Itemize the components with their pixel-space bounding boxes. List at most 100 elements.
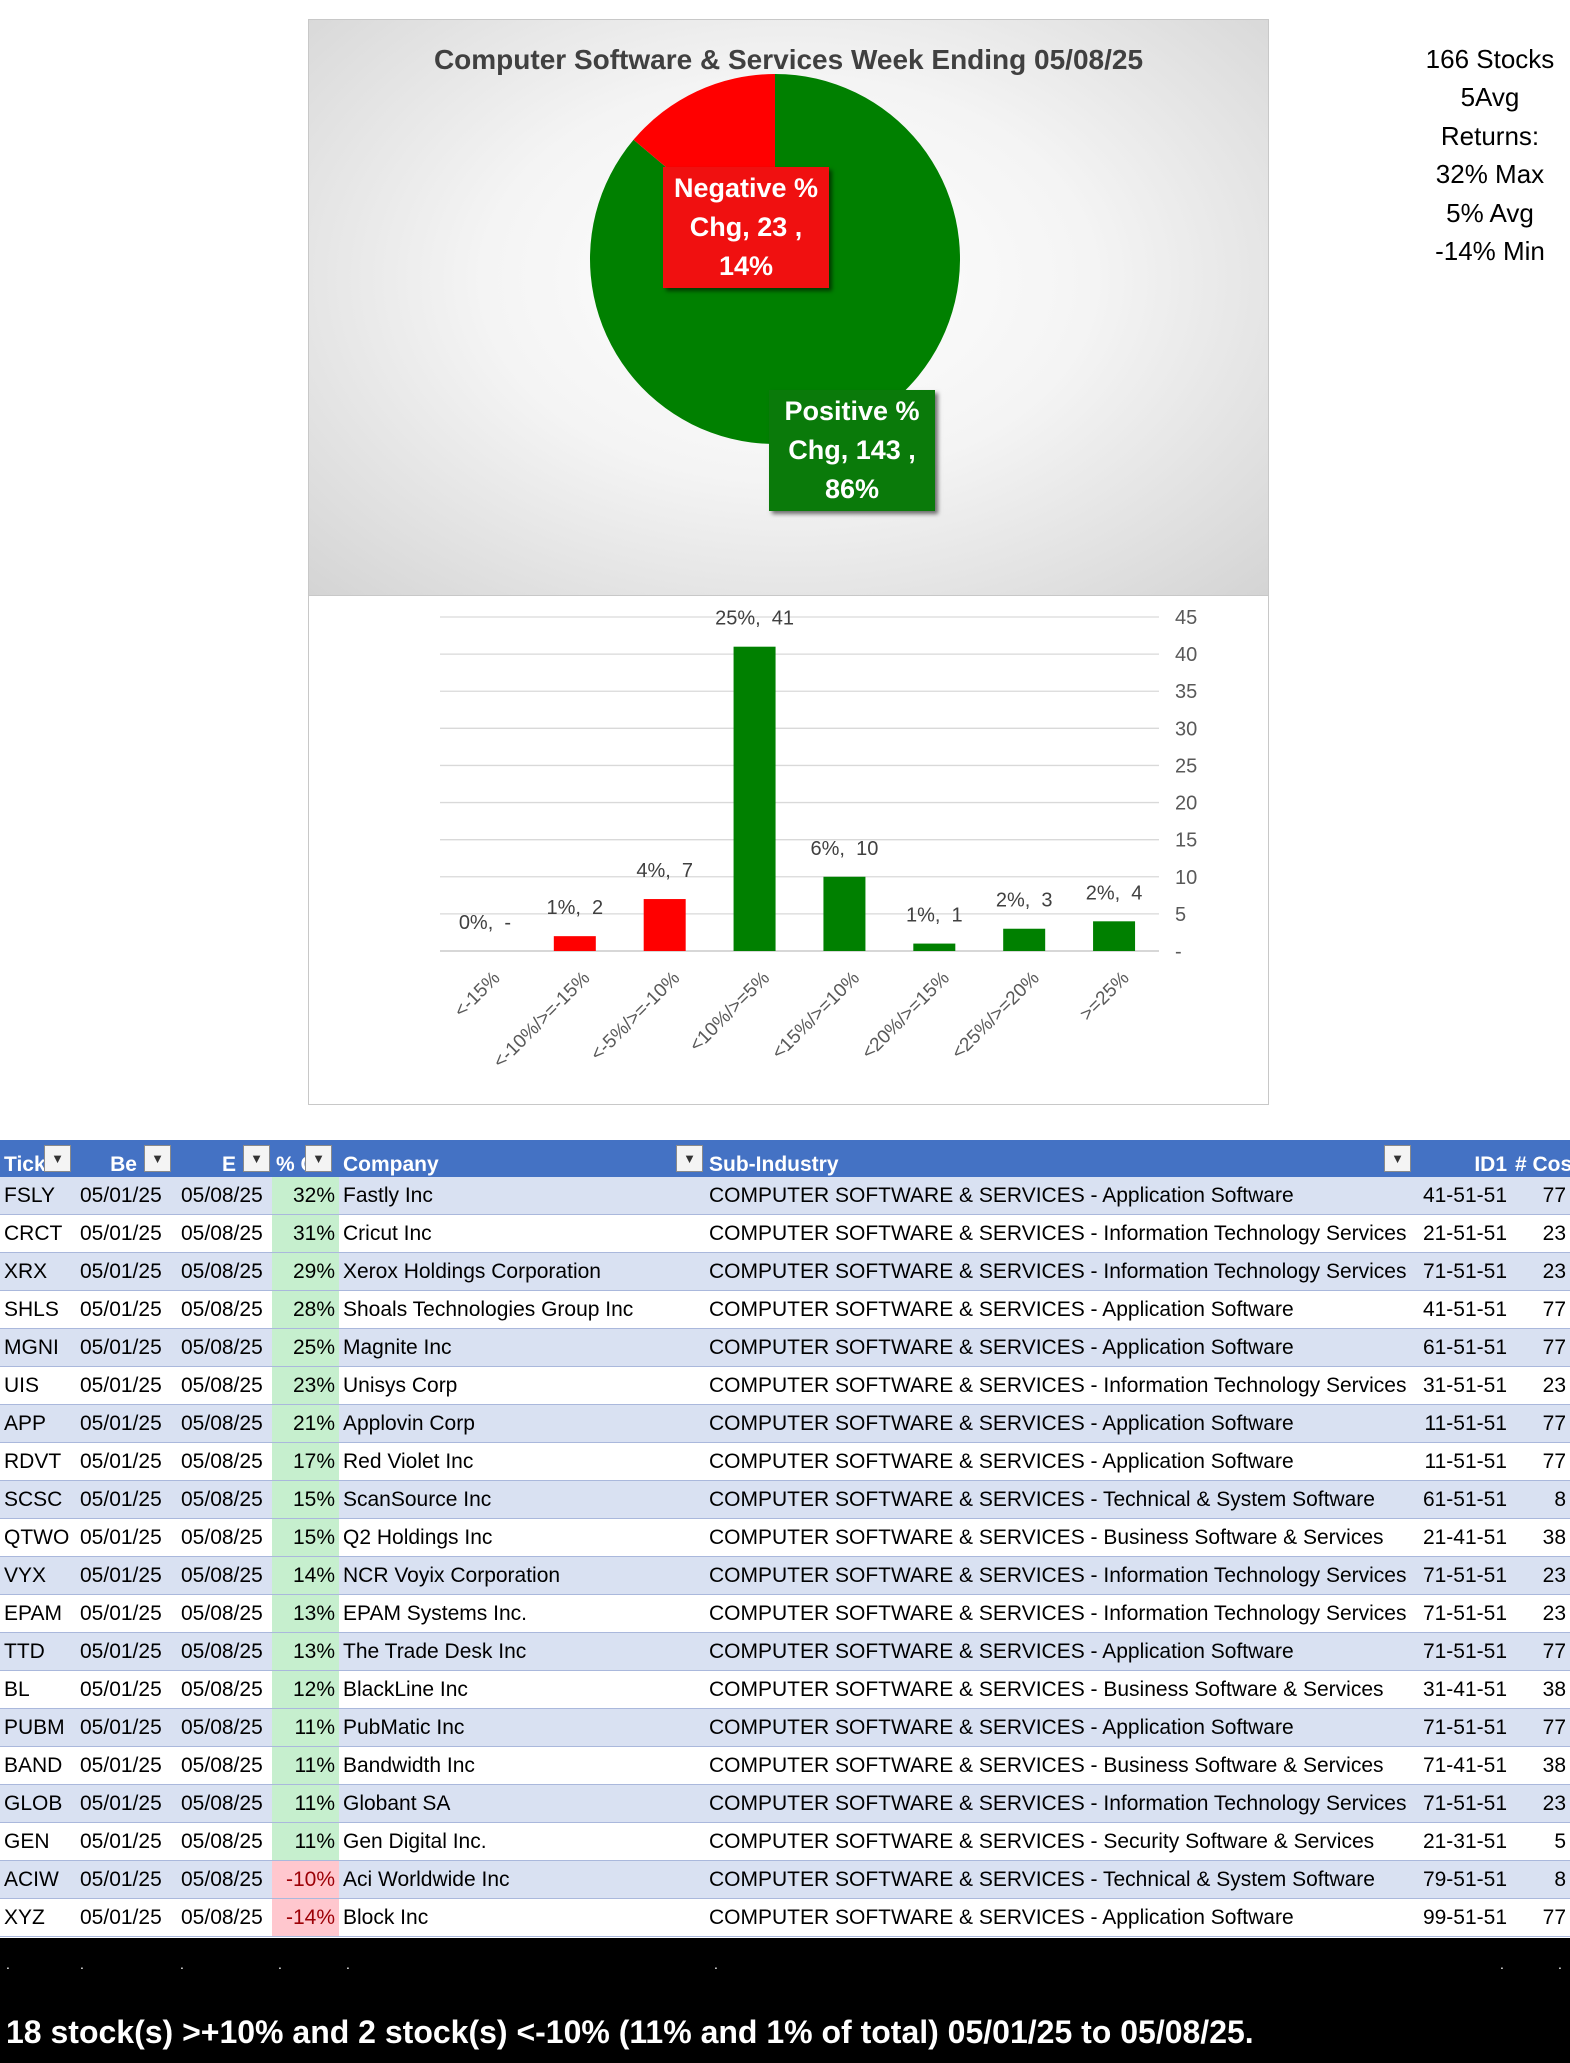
cell-num-cos: 77 (1511, 1177, 1570, 1215)
filter-dropdown-icon[interactable]: ▼ (44, 1145, 71, 1172)
cell-num-cos: 23 (1511, 1556, 1570, 1595)
cell-pct-change: 11% (272, 1784, 339, 1823)
cell-end-date: 05/08/25 (177, 1214, 272, 1253)
cell-begin-date: 05/01/25 (76, 1556, 177, 1595)
cell-end-date: 05/08/25 (177, 1708, 272, 1747)
stock-table-container: Tick ▼ Be ▼ E ▼ % C ▼ Company ▼ Sub-Industry ▼… (0, 1140, 1570, 1937)
cell-company: Block Inc (339, 1898, 705, 1937)
bar (553, 936, 596, 951)
cell-num-cos: 77 (1511, 1328, 1570, 1367)
table-row: BL 05/01/25 05/08/25 12% BlackLine Inc COMPUT… (0, 1670, 1570, 1709)
cell-begin-date: 05/01/25 (76, 1860, 177, 1899)
cell-num-cos: 8 (1511, 1480, 1570, 1519)
cell-ticker: SCSC (0, 1480, 76, 1519)
cell-id1: 21-51-51 (1411, 1214, 1511, 1253)
col-header-begin[interactable]: Be ▼ (76, 1140, 177, 1177)
cell-end-date: 05/08/25 (177, 1442, 272, 1481)
pie-label-negative-line: Negative % (673, 173, 819, 203)
bar-data-label: 2%, 4 (1086, 882, 1143, 904)
col-header-pct-change[interactable]: % C ▼ (272, 1140, 339, 1177)
cell-pct-change: 11% (272, 1708, 339, 1747)
pie-label-negative-line: 14% (718, 251, 774, 281)
cell-begin-date: 05/01/25 (76, 1480, 177, 1519)
cell-id1: 71-51-51 (1411, 1556, 1511, 1595)
cell-begin-date: 05/01/25 (76, 1214, 177, 1253)
filter-dropdown-icon[interactable]: ▼ (1384, 1145, 1411, 1172)
cell-end-date: 05/08/25 (177, 1252, 272, 1291)
cell-sub-industry: COMPUTER SOFTWARE & SERVICES - Applicati… (705, 1328, 1411, 1367)
bar (1093, 921, 1136, 951)
cell-company: Cricut Inc (339, 1214, 705, 1253)
cell-pct-change: 29% (272, 1252, 339, 1291)
cell-pct-change: 28% (272, 1290, 339, 1329)
bar-chart: - 5 10 15 20 25 30 35 40 45 0%, - <-15% 1%, 2 <-10%/>… (440, 607, 1197, 1073)
stats-line: 5% Avg (1446, 197, 1534, 228)
col-header-ticker[interactable]: Tick ▼ (0, 1140, 76, 1177)
cell-id1: 31-41-51 (1411, 1670, 1511, 1709)
col-header-id1[interactable]: ID1 (1411, 1140, 1511, 1177)
cell-id1: 21-41-51 (1411, 1518, 1511, 1557)
cell-end-date: 05/08/25 (177, 1632, 272, 1671)
col-header-end[interactable]: E ▼ (177, 1140, 272, 1177)
cell-begin-date: 05/01/25 (76, 1328, 177, 1367)
cell-pct-change: 17% (272, 1442, 339, 1481)
cell-begin-date: 05/01/25 (76, 1404, 177, 1443)
cell-id1: 11-51-51 (1411, 1404, 1511, 1443)
footer-summary-bar: . . . . . . . . 18 stock(s) >+10% and 2 … (0, 1938, 1570, 2063)
cell-sub-industry: COMPUTER SOFTWARE & SERVICES - Informati… (705, 1556, 1411, 1595)
cell-id1: 71-51-51 (1411, 1252, 1511, 1291)
cell-pct-change: 15% (272, 1518, 339, 1557)
filter-dropdown-icon[interactable]: ▼ (676, 1145, 703, 1172)
footer-dot: . (6, 1956, 10, 1972)
col-header-sub-industry[interactable]: Sub-Industry ▼ (705, 1140, 1411, 1177)
cell-begin-date: 05/01/25 (76, 1518, 177, 1557)
filter-dropdown-icon[interactable]: ▼ (144, 1145, 171, 1172)
bar (733, 646, 776, 951)
col-header-num-cos[interactable]: # Cos (1511, 1140, 1570, 1177)
table-row: SCSC 05/01/25 05/08/25 15% ScanSource Inc COM… (0, 1480, 1570, 1519)
stats-line: 5Avg (1460, 82, 1520, 113)
cell-id1: 71-51-51 (1411, 1594, 1511, 1633)
cell-end-date: 05/08/25 (177, 1784, 272, 1823)
cell-end-date: 05/08/25 (177, 1518, 272, 1557)
cell-begin-date: 05/01/25 (76, 1290, 177, 1329)
footer-dot: . (346, 1956, 350, 1972)
table-row: UIS 05/01/25 05/08/25 23% Unisys Corp COMPUTE… (0, 1366, 1570, 1405)
cell-sub-industry: COMPUTER SOFTWARE & SERVICES - Applicati… (705, 1177, 1411, 1215)
cell-company: Bandwidth Inc (339, 1746, 705, 1785)
col-header-label: ID1 (1474, 1152, 1507, 1176)
cell-id1: 41-51-51 (1411, 1177, 1511, 1215)
bar-data-label: 6%, 10 (811, 838, 879, 860)
cell-ticker: RDVT (0, 1442, 76, 1481)
cell-pct-change: 25% (272, 1328, 339, 1367)
cell-pct-change: 11% (272, 1746, 339, 1785)
bar-data-label: 0%, - (459, 912, 511, 934)
cell-company: The Trade Desk Inc (339, 1632, 705, 1671)
col-header-company[interactable]: Company ▼ (339, 1140, 705, 1177)
cell-id1: 41-51-51 (1411, 1290, 1511, 1329)
cell-num-cos: 23 (1511, 1784, 1570, 1823)
table-row: BAND 05/01/25 05/08/25 11% Bandwidth Inc COMP… (0, 1746, 1570, 1785)
cell-pct-change: 21% (272, 1404, 339, 1443)
filter-dropdown-icon[interactable]: ▼ (305, 1145, 332, 1172)
footer-dot: . (278, 1956, 282, 1972)
cell-pct-change: 31% (272, 1214, 339, 1253)
stock-table: Tick ▼ Be ▼ E ▼ % C ▼ Company ▼ Sub-Industry ▼… (0, 1140, 1570, 1937)
y-tick-label: 10 (1175, 867, 1197, 889)
cell-company: Fastly Inc (339, 1177, 705, 1215)
x-category-label: <-15% (450, 968, 504, 1022)
cell-id1: 71-51-51 (1411, 1632, 1511, 1671)
filter-dropdown-icon[interactable]: ▼ (243, 1145, 270, 1172)
cell-begin-date: 05/01/25 (76, 1177, 177, 1215)
pie-label-negative-line: Chg, 23 , (689, 212, 803, 242)
bar-data-label: 2%, 3 (996, 890, 1053, 912)
cell-id1: 61-51-51 (1411, 1480, 1511, 1519)
cell-sub-industry: COMPUTER SOFTWARE & SERVICES - Applicati… (705, 1290, 1411, 1329)
cell-end-date: 05/08/25 (177, 1177, 272, 1215)
y-tick-label: 15 (1175, 830, 1197, 852)
footer-dot: . (180, 1956, 184, 1972)
cell-company: Red Violet Inc (339, 1442, 705, 1481)
table-row: XRX 05/01/25 05/08/25 29% Xerox Holdings Cor… (0, 1252, 1570, 1291)
cell-sub-industry: COMPUTER SOFTWARE & SERVICES - Informati… (705, 1252, 1411, 1291)
y-tick-label: 40 (1175, 644, 1197, 666)
